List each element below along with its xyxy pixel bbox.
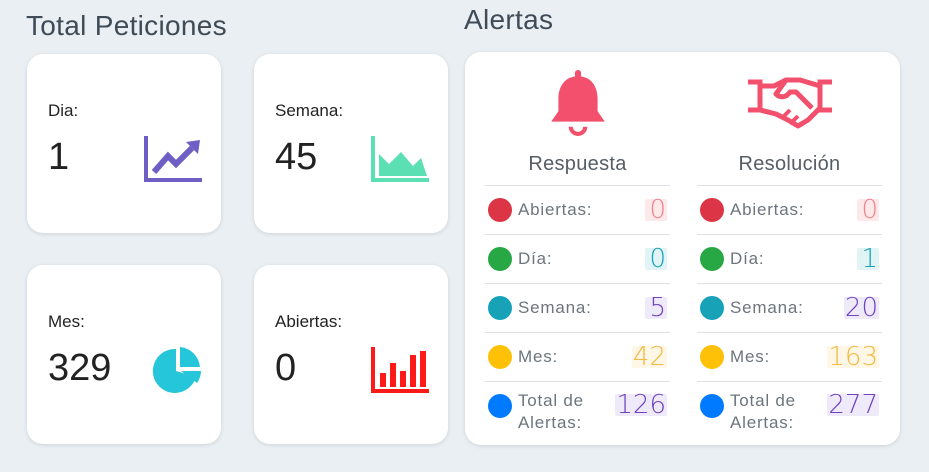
row-total: Total de Alertas: 126: [485, 381, 670, 438]
row-mes: Mes: 163: [697, 332, 882, 381]
status-dot: [700, 296, 724, 320]
stat-label: Abiertas:: [275, 312, 343, 331]
row-label: Total de Alertas:: [730, 391, 796, 432]
row-value: 0: [645, 246, 667, 272]
area-chart-icon: [371, 134, 431, 182]
row-value: 163: [827, 342, 879, 372]
pie-chart-icon: [144, 345, 204, 393]
status-dot: [488, 394, 512, 418]
row-label: Día:: [730, 249, 765, 268]
row-value: 277: [827, 390, 879, 420]
status-dot: [700, 394, 724, 418]
status-dot: [488, 247, 512, 271]
row-label: Abiertas:: [730, 200, 805, 219]
stat-card-semana: Semana: 45: [254, 54, 448, 233]
row-value: 0: [857, 197, 879, 223]
stat-card-mes: Mes: 329: [27, 265, 221, 444]
row-label: Total de Alertas:: [518, 391, 584, 432]
row-abiertas: Abiertas: 0: [485, 185, 670, 234]
total-peticiones-title: Total Peticiones: [26, 10, 227, 41]
row-value: 126: [615, 390, 667, 420]
row-semana: Semana: 5: [485, 283, 670, 332]
row-dia: Día: 0: [485, 234, 670, 283]
row-value: 20: [843, 293, 879, 323]
stat-value: 329: [48, 347, 112, 389]
bell-icon: [485, 70, 670, 136]
row-label: Semana:: [518, 298, 592, 317]
row-dia: Día: 1: [697, 234, 882, 283]
row-label: Abiertas:: [518, 200, 593, 219]
alerts-card: Respuesta Abiertas: 0 Día: 0 Semana: 5 M…: [465, 52, 900, 445]
row-label: Mes:: [730, 347, 771, 366]
bar-chart-icon: [371, 345, 431, 393]
resolucion-column: Resolución Abiertas: 0 Día: 1 Semana: 20…: [697, 52, 882, 445]
stat-value: 45: [275, 136, 318, 178]
status-dot: [488, 296, 512, 320]
resolucion-rows: Abiertas: 0 Día: 1 Semana: 20 Mes: 163 T…: [697, 185, 882, 438]
respuesta-rows: Abiertas: 0 Día: 0 Semana: 5 Mes: 42 Tot…: [485, 185, 670, 438]
line-chart-icon: [144, 134, 204, 182]
row-label: Día:: [518, 249, 553, 268]
row-label: Semana:: [730, 298, 804, 317]
status-dot: [700, 247, 724, 271]
status-dot: [488, 198, 512, 222]
row-mes: Mes: 42: [485, 332, 670, 381]
row-value: 0: [645, 197, 667, 223]
respuesta-title: Respuesta: [528, 153, 627, 175]
resolucion-title: Resolución: [738, 153, 841, 175]
row-semana: Semana: 20: [697, 283, 882, 332]
stat-label: Dia:: [48, 101, 79, 120]
stat-card-dia: Dia: 1: [27, 54, 221, 233]
row-total: Total de Alertas: 277: [697, 381, 882, 438]
row-label: Mes:: [518, 347, 559, 366]
stat-label: Mes:: [48, 312, 85, 331]
stat-value: 0: [275, 347, 297, 389]
stat-label: Semana:: [275, 101, 344, 120]
status-dot: [700, 345, 724, 369]
respuesta-column: Respuesta Abiertas: 0 Día: 0 Semana: 5 M…: [485, 52, 670, 445]
status-dot: [700, 198, 724, 222]
stat-value: 1: [48, 136, 70, 178]
alertas-title: Alertas: [464, 4, 554, 35]
row-value: 1: [857, 246, 879, 272]
stat-card-abiertas: Abiertas: 0: [254, 265, 448, 444]
status-dot: [488, 345, 512, 369]
row-value: 42: [631, 342, 667, 372]
handshake-icon: [697, 70, 882, 136]
row-value: 5: [645, 295, 667, 321]
row-abiertas: Abiertas: 0: [697, 185, 882, 234]
